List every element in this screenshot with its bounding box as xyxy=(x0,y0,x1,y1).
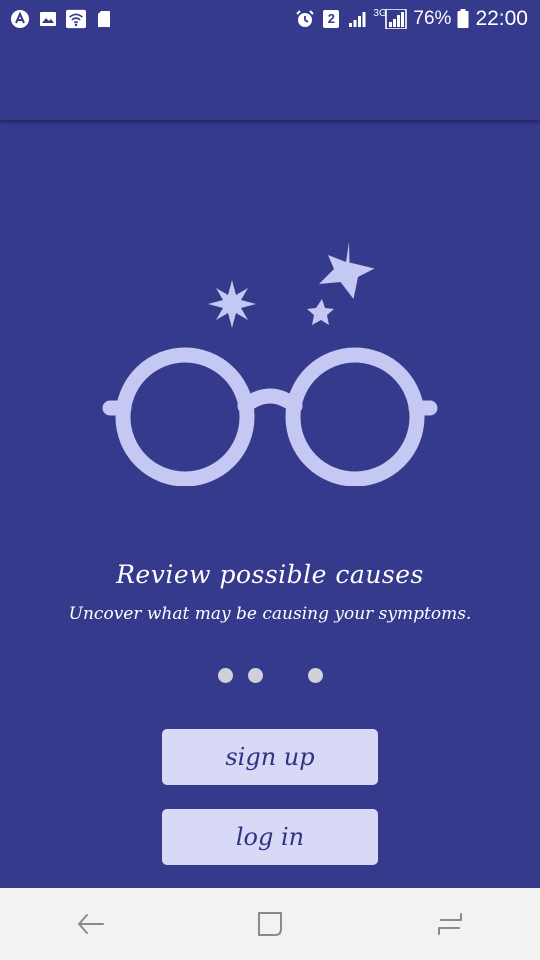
sd-card-icon xyxy=(94,9,114,29)
glasses-with-sparkles-icon xyxy=(100,236,440,487)
page-indicator xyxy=(0,668,540,684)
log-in-button[interactable]: log in xyxy=(162,809,378,865)
overview-icon[interactable] xyxy=(420,894,480,954)
battery-percent: 76% xyxy=(413,8,452,29)
signal-icon xyxy=(347,9,367,29)
onboarding-title: Review possible causes xyxy=(116,560,424,589)
wifi-icon xyxy=(66,9,86,29)
image-icon xyxy=(38,9,58,29)
onboarding-subtitle: Uncover what may be causing your symptom… xyxy=(68,604,472,624)
sim-2-label: 2 xyxy=(327,11,336,26)
app-notification-icon xyxy=(10,9,30,29)
battery-icon xyxy=(457,9,469,29)
back-icon[interactable] xyxy=(60,894,120,954)
app-bar xyxy=(0,38,540,120)
sign-up-button[interactable]: sign up xyxy=(162,729,378,785)
network-type-label: 3G xyxy=(373,8,387,19)
clock: 22:00 xyxy=(475,7,528,30)
status-left-icons xyxy=(0,9,124,29)
alarm-icon xyxy=(295,9,315,29)
sim-2-icon: 2 xyxy=(321,9,341,29)
recents-square-icon[interactable] xyxy=(240,894,300,954)
signal-3g-icon: 3G xyxy=(373,8,408,29)
status-right-icons: 2 3G 76% 22:00 xyxy=(285,7,540,31)
status-bar: 2 3G 76% 22:00 xyxy=(0,0,540,38)
page-dot-2[interactable] xyxy=(248,668,263,683)
page-dot-1[interactable] xyxy=(218,668,233,683)
navigation-bar xyxy=(0,888,540,960)
page-dot-3[interactable] xyxy=(308,668,323,683)
